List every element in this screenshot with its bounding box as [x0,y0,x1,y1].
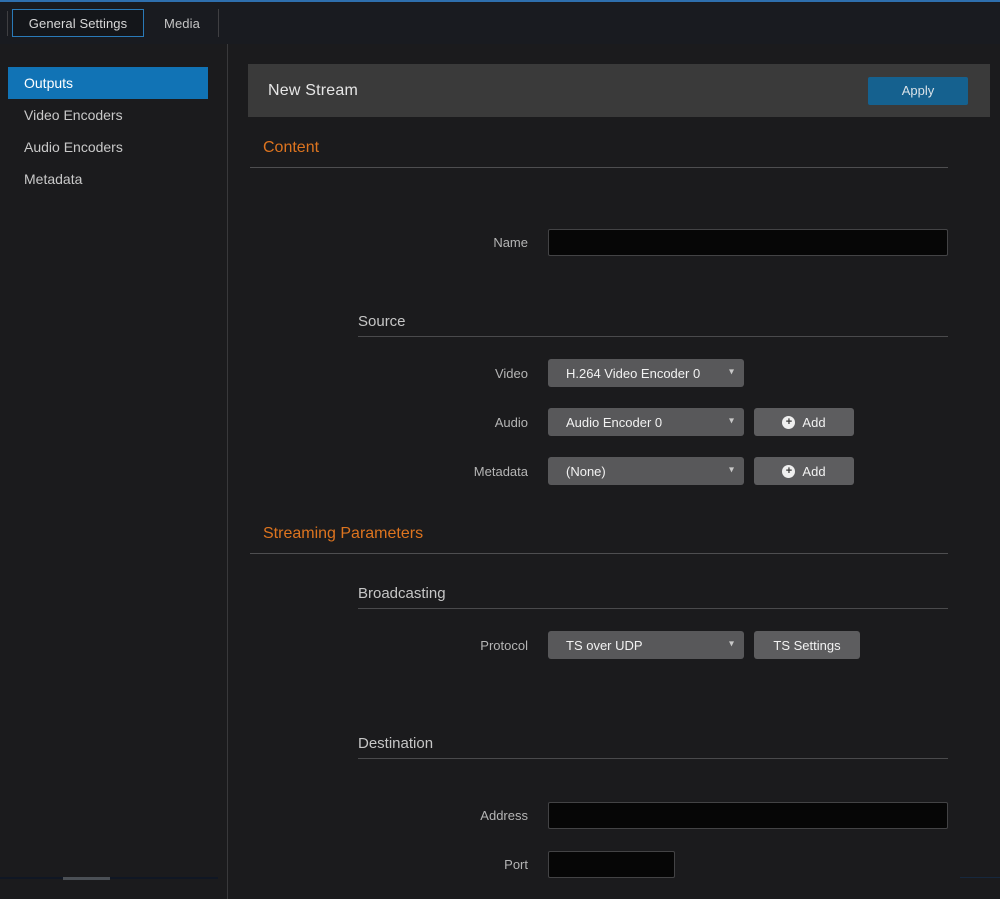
video-source-value: H.264 Video Encoder 0 [566,366,700,381]
protocol-dropdown[interactable]: TS over UDP ▾ [548,631,744,659]
address-field-row: Address [229,802,948,829]
audio-label: Audio [229,415,528,430]
protocol-label: Protocol [229,638,528,653]
metadata-field-row: Metadata (None) ▾ + Add [229,457,948,485]
top-tab-bar: General Settings Media [0,0,1000,44]
protocol-value: TS over UDP [566,638,643,653]
section-title-content: Content [250,138,948,168]
chevron-down-icon: ▾ [729,466,734,476]
audio-source-dropdown[interactable]: Audio Encoder 0 ▾ [548,408,744,436]
apply-button[interactable]: Apply [868,77,968,105]
section-title-streaming-parameters: Streaming Parameters [250,524,948,554]
name-field-row: Name [229,229,948,256]
sidebar-item-video-encoders-label: Video Encoders [24,107,123,123]
sidebar-item-metadata[interactable]: Metadata [8,163,208,195]
audio-field-row: Audio Audio Encoder 0 ▾ + Add [229,408,948,436]
video-label: Video [229,366,528,381]
video-source-dropdown[interactable]: H.264 Video Encoder 0 ▾ [548,359,744,387]
next-section-divider-edge [960,877,1000,878]
subsection-title-destination: Destination [358,734,948,759]
sidebar-item-outputs-label: Outputs [24,75,73,91]
metadata-source-value: (None) [566,464,606,479]
add-audio-button-label: Add [802,415,825,430]
ts-settings-button[interactable]: TS Settings [754,631,860,659]
plus-circle-icon: + [782,465,795,478]
tab-general-settings[interactable]: General Settings [12,9,144,37]
address-label: Address [229,808,528,823]
sidebar-item-metadata-label: Metadata [24,171,82,187]
sidebar-item-audio-encoders-label: Audio Encoders [24,139,123,155]
sidebar-item-outputs[interactable]: Outputs [8,67,208,99]
sidebar: Outputs Video Encoders Audio Encoders Me… [0,44,228,899]
name-input[interactable] [548,229,948,256]
tab-media-label: Media [164,16,200,31]
sidebar-item-audio-encoders[interactable]: Audio Encoders [8,131,208,163]
stream-header-bar: New Stream Apply [248,64,990,117]
video-field-row: Video H.264 Video Encoder 0 ▾ [229,359,948,387]
add-metadata-button-label: Add [802,464,825,479]
protocol-field-row: Protocol TS over UDP ▾ TS Settings [229,631,948,659]
metadata-label: Metadata [229,464,528,479]
metadata-source-dropdown[interactable]: (None) ▾ [548,457,744,485]
name-label: Name [229,235,528,250]
tab-divider-right [218,9,219,37]
chevron-down-icon: ▾ [729,368,734,378]
add-metadata-button[interactable]: + Add [754,457,854,485]
tab-general-settings-label: General Settings [29,16,127,31]
page-title: New Stream [268,82,358,100]
port-input[interactable] [548,851,675,878]
sidebar-item-video-encoders[interactable]: Video Encoders [8,99,208,131]
chevron-down-icon: ▾ [729,640,734,650]
app-window: General Settings Media Outputs Video Enc… [0,0,1000,899]
main-panel: New Stream Apply Content Name Source Vid… [229,44,1000,899]
sidebar-scrollbar-thumb[interactable] [63,877,110,880]
add-audio-button[interactable]: + Add [754,408,854,436]
subsection-title-broadcasting: Broadcasting [358,584,948,609]
tab-divider-left [7,11,8,36]
plus-circle-icon: + [782,416,795,429]
chevron-down-icon: ▾ [729,417,734,427]
address-input[interactable] [548,802,948,829]
port-label: Port [229,857,528,872]
subsection-title-source: Source [358,312,948,337]
port-field-row: Port [229,851,948,878]
tab-media[interactable]: Media [146,9,218,37]
audio-source-value: Audio Encoder 0 [566,415,662,430]
ts-settings-button-label: TS Settings [773,638,840,653]
